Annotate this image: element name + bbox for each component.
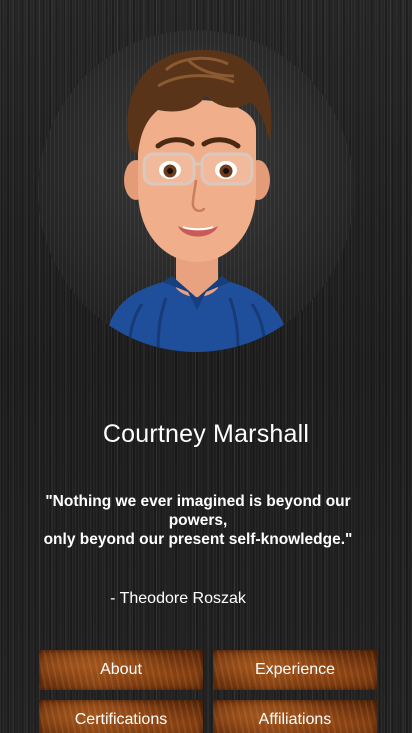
- left-pupil: [167, 168, 173, 174]
- affiliations-button[interactable]: Affiliations: [213, 700, 377, 733]
- right-pupil: [223, 168, 229, 174]
- avatar: [38, 30, 354, 352]
- affiliations-button-label: Affiliations: [258, 711, 332, 728]
- quote-line-1: "Nothing we ever imagined is beyond our …: [45, 493, 351, 529]
- about-button[interactable]: About: [39, 650, 203, 690]
- quote-author: - Theodore Roszak: [110, 590, 246, 607]
- profile-name: Courtney Marshall: [102, 420, 310, 448]
- profile-quote: "Nothing we ever imagined is beyond our …: [20, 492, 376, 549]
- quote-line-2: only beyond our present self-knowledge.": [43, 531, 353, 548]
- certifications-button[interactable]: Certifications: [39, 700, 203, 733]
- experience-button[interactable]: Experience: [213, 650, 377, 690]
- experience-button-label: Experience: [254, 661, 336, 678]
- profile-page: Courtney Marshall "Nothing we ever imagi…: [0, 0, 412, 733]
- avatar-illustration: [106, 49, 290, 352]
- certifications-button-label: Certifications: [74, 711, 168, 728]
- about-button-label: About: [100, 661, 142, 678]
